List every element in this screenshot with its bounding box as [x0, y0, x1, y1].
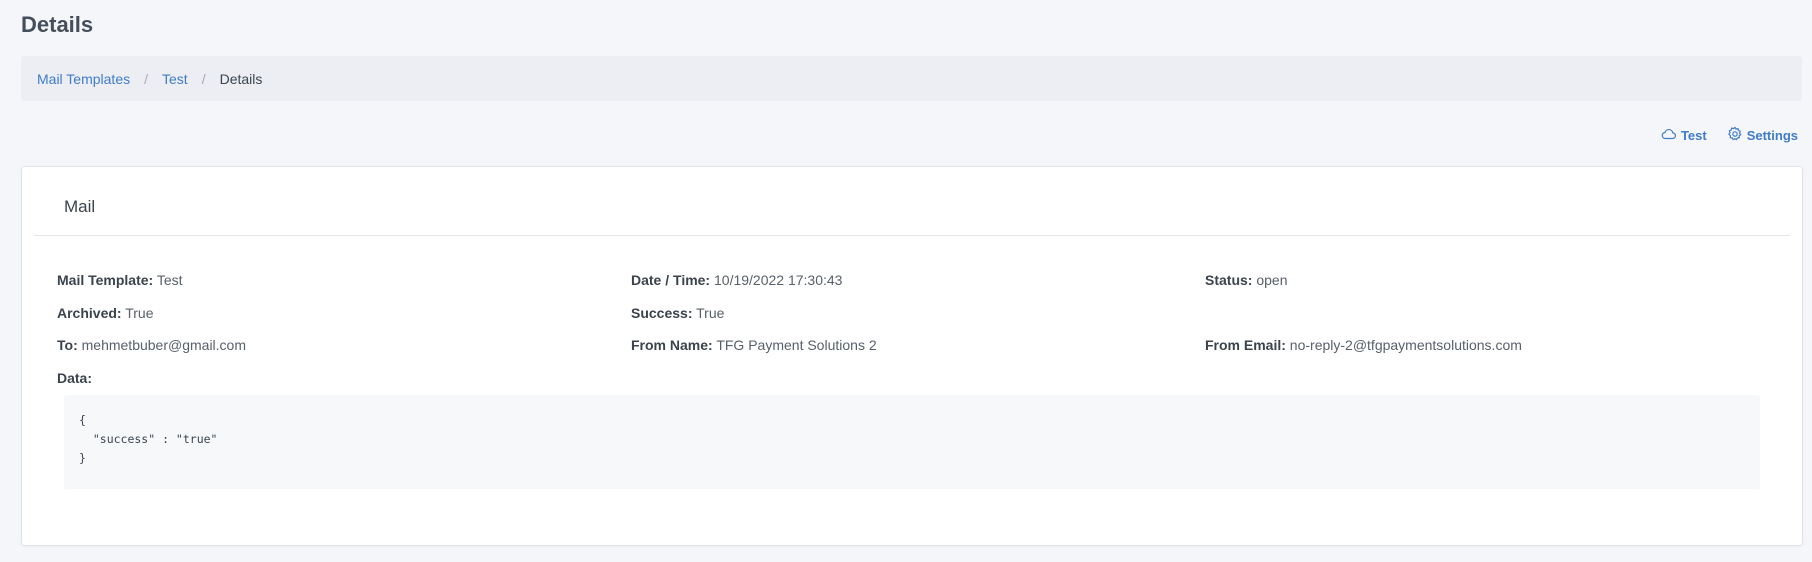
- field-value: mehmetbuber@gmail.com: [81, 337, 247, 353]
- field-data: Data:: [57, 370, 92, 386]
- page-actions: Test Settings: [1661, 126, 1798, 145]
- field-label: Date / Time:: [631, 272, 711, 288]
- breadcrumb-current: Details: [219, 70, 263, 87]
- cloud-icon: [1661, 126, 1677, 145]
- field-archived: Archived: True: [57, 305, 154, 321]
- field-value: True: [696, 305, 725, 321]
- field-mail-template: Mail Template: Test: [57, 272, 183, 288]
- mail-card: Mail Mail Template: Test Date / Time: 10…: [21, 166, 1803, 546]
- field-value: TFG Payment Solutions 2: [716, 337, 877, 353]
- breadcrumb-link-test[interactable]: Test: [162, 71, 188, 87]
- field-label: Success:: [631, 305, 693, 321]
- field-label: Mail Template:: [57, 272, 154, 288]
- field-from-email: From Email: no-reply-2@tfgpaymentsolutio…: [1205, 337, 1522, 353]
- breadcrumb-separator: /: [201, 70, 206, 87]
- test-button-label: Test: [1680, 128, 1707, 143]
- field-to: To: mehmetbuber@gmail.com: [57, 337, 246, 353]
- field-from-name: From Name: TFG Payment Solutions 2: [631, 337, 877, 353]
- gear-icon: [1727, 126, 1743, 145]
- field-value: Test: [156, 272, 183, 288]
- settings-button[interactable]: Settings: [1727, 126, 1798, 145]
- test-button[interactable]: Test: [1661, 126, 1707, 145]
- breadcrumb-link-mail-templates[interactable]: Mail Templates: [37, 71, 130, 87]
- breadcrumb-separator: /: [144, 70, 149, 87]
- field-value: True: [125, 305, 154, 321]
- settings-button-label: Settings: [1746, 128, 1798, 143]
- field-value: open: [1256, 272, 1288, 288]
- field-label: From Name:: [631, 337, 713, 353]
- card-header: Mail: [34, 167, 1790, 236]
- field-label: To:: [57, 337, 78, 353]
- field-date-time: Date / Time: 10/19/2022 17:30:43: [631, 272, 842, 288]
- field-label: Status:: [1205, 272, 1253, 288]
- page-title: Details: [21, 12, 94, 37]
- field-value: 10/19/2022 17:30:43: [714, 272, 843, 288]
- field-label: Archived:: [57, 305, 122, 321]
- breadcrumb: Mail Templates / Test / Details: [21, 56, 1802, 101]
- card-title: Mail: [64, 197, 96, 216]
- field-status: Status: open: [1205, 272, 1288, 288]
- field-label: From Email:: [1205, 337, 1286, 353]
- field-success: Success: True: [631, 305, 724, 321]
- data-json: { "success" : "true" }: [79, 413, 218, 465]
- field-value: no-reply-2@tfgpaymentsolutions.com: [1289, 337, 1522, 353]
- data-code-block: { "success" : "true" }: [64, 395, 1760, 489]
- field-label: Data:: [57, 370, 93, 386]
